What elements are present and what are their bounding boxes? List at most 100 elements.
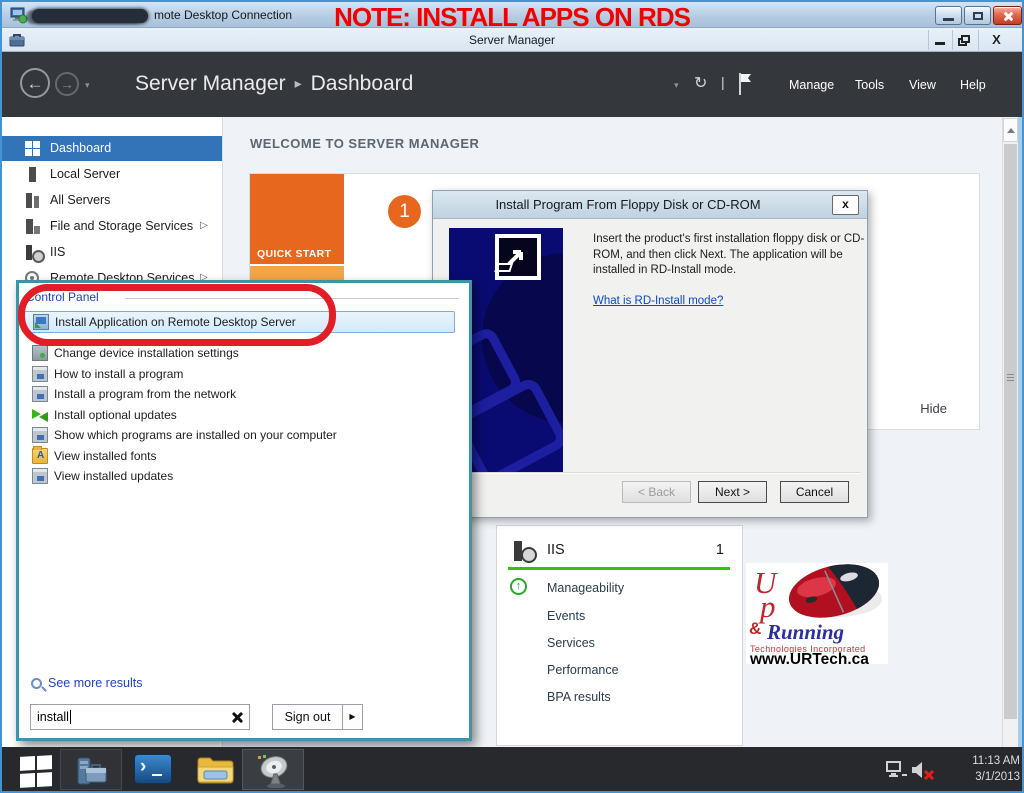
taskbar: 11:13 AM 3/1/2013 <box>2 747 1022 792</box>
back-button: < Back <box>622 481 691 503</box>
cancel-button[interactable]: Cancel <box>780 481 849 503</box>
iis-status-rule <box>508 567 730 570</box>
clock-date: 3/1/2013 <box>932 769 1020 785</box>
sidebar-item-iis[interactable]: IIS <box>2 240 222 265</box>
taskbar-file-explorer[interactable] <box>186 749 248 790</box>
scrollbar-grip-icon <box>1007 374 1014 382</box>
result-how-to-install[interactable]: How to install a program <box>23 364 463 384</box>
quick-start-tile[interactable]: QUICK START <box>250 174 344 264</box>
taskbar-clock[interactable]: 11:13 AM 3/1/2013 <box>932 753 1020 785</box>
flag-icon[interactable] <box>738 72 752 96</box>
result-change-device-settings[interactable]: Change device installation settings <box>23 343 463 363</box>
sidebar-item-file-storage[interactable]: File and Storage Services ▷ <box>2 214 222 239</box>
result-view-installed-updates[interactable]: View installed updates <box>23 466 463 486</box>
vertical-scrollbar[interactable] <box>1002 117 1018 747</box>
dialog-close-button[interactable]: x <box>832 195 859 215</box>
result-view-installed-fonts[interactable]: View installed fonts <box>23 446 463 466</box>
search-icon <box>31 678 42 689</box>
breadcrumb-root[interactable]: Server Manager <box>135 72 286 95</box>
taskbar-powershell[interactable] <box>124 749 186 790</box>
app-header: ← → ▾ Server Manager▸Dashboard ▾ ↻ | Man… <box>2 52 1022 117</box>
iis-row-manageability[interactable]: Manageability <box>547 581 624 595</box>
iis-tile-title[interactable]: IIS <box>547 542 565 558</box>
scroll-up-button[interactable] <box>1003 118 1018 142</box>
back-button[interactable]: ← <box>20 68 50 98</box>
breadcrumb-page: Dashboard <box>311 72 414 95</box>
sidebar-item-local-server[interactable]: Local Server <box>2 162 222 187</box>
program-icon <box>32 366 48 382</box>
back-arrow-icon: ← <box>27 74 44 93</box>
forward-button[interactable]: → <box>55 72 79 96</box>
search-input[interactable] <box>30 704 250 730</box>
scrollbar-thumb[interactable] <box>1004 144 1017 719</box>
install-program-dialog: Install Program From Floppy Disk or CD-R… <box>432 190 868 518</box>
result-install-optional-updates[interactable]: Install optional updates <box>23 405 463 425</box>
welcome-heading: WELCOME TO SERVER MANAGER <box>250 136 479 151</box>
program-icon <box>32 386 48 402</box>
window-close-button[interactable]: X <box>978 30 1014 50</box>
minimize-icon <box>935 42 945 45</box>
program-icon <box>32 427 48 443</box>
folder-icon <box>196 753 236 787</box>
menu-help[interactable]: Help <box>960 78 986 92</box>
rdp-titlebar: mote Desktop Connection NOTE: INSTALL AP… <box>2 2 1022 28</box>
iis-row-performance[interactable]: Performance <box>547 663 619 677</box>
rdp-connection-icon <box>10 6 28 24</box>
sign-out-button[interactable]: Sign out <box>272 704 343 730</box>
menu-manage[interactable]: Manage <box>789 78 834 92</box>
sidebar-item-all-servers[interactable]: All Servers <box>2 188 222 213</box>
result-label: View installed fonts <box>54 449 157 463</box>
red-mouse-image <box>780 561 888 627</box>
result-show-installed-programs[interactable]: Show which programs are installed on you… <box>23 425 463 445</box>
rdp-minimize-button[interactable] <box>935 6 962 25</box>
windows-logo-icon <box>20 755 52 788</box>
iis-role-tile: IIS 1 ↑ Manageability Events Services Pe… <box>496 525 743 746</box>
group-header-rule <box>125 298 459 299</box>
window-restore-button[interactable] <box>952 30 977 50</box>
result-label: Install optional updates <box>54 408 177 422</box>
rdp-restore-button[interactable] <box>964 6 991 25</box>
window-frame-edge <box>1018 117 1022 747</box>
result-install-app-on-rds[interactable]: Install Application on Remote Desktop Se… <box>23 311 455 333</box>
result-label: Install a program from the network <box>54 387 236 401</box>
notifications-dropdown-icon[interactable]: ▾ <box>674 80 679 91</box>
sign-out-options-button[interactable]: ▶ <box>342 704 363 730</box>
dialog-titlebar[interactable]: Install Program From Floppy Disk or CD-R… <box>433 191 867 219</box>
see-more-results-link[interactable]: See more results <box>48 676 142 690</box>
iis-row-bpa-results[interactable]: BPA results <box>547 690 611 704</box>
start-button[interactable] <box>6 749 58 790</box>
iis-icon <box>25 245 40 260</box>
hide-link[interactable]: Hide <box>920 401 947 416</box>
program-icon <box>32 468 48 484</box>
clear-search-icon[interactable] <box>232 712 243 723</box>
menu-view[interactable]: View <box>909 78 936 92</box>
window-minimize-button[interactable] <box>928 30 951 50</box>
network-tray-icon[interactable] <box>886 761 908 779</box>
sidebar-item-label: IIS <box>50 245 65 259</box>
logo-running: Running <box>767 620 844 645</box>
nav-dropdown-icon[interactable]: ▾ <box>85 80 90 91</box>
sidebar-item-label: All Servers <box>50 193 110 207</box>
rdp-close-button[interactable] <box>993 6 1022 25</box>
taskbar-rdp-session[interactable] <box>242 749 304 790</box>
dialog-title: Install Program From Floppy Disk or CD-R… <box>433 197 823 212</box>
rd-install-mode-link[interactable]: What is RD-Install mode? <box>593 295 723 307</box>
quick-start-label: QUICK START <box>257 248 331 260</box>
menu-tools[interactable]: Tools <box>855 78 884 92</box>
iis-row-events[interactable]: Events <box>547 609 585 623</box>
sidebar-item-dashboard[interactable]: Dashboard <box>2 136 222 161</box>
iis-row-services[interactable]: Services <box>547 636 595 650</box>
restore-icon <box>973 12 983 20</box>
expand-arrow-icon[interactable]: ▷ <box>200 220 208 231</box>
breadcrumb-separator-icon: ▸ <box>295 75 302 91</box>
fonts-folder-icon <box>32 448 48 464</box>
search-results-panel: Control Panel Install Application on Rem… <box>16 280 472 741</box>
taskbar-server-manager[interactable] <box>60 749 122 790</box>
restore-icon <box>961 35 970 43</box>
logo-ampersand: & <box>749 619 761 639</box>
step-1-badge: 1 <box>388 195 421 228</box>
refresh-icon[interactable]: ↻ <box>694 73 707 93</box>
result-install-from-network[interactable]: Install a program from the network <box>23 384 463 404</box>
next-button[interactable]: Next > <box>698 481 767 503</box>
logo-url: www.URTech.ca <box>750 651 869 669</box>
